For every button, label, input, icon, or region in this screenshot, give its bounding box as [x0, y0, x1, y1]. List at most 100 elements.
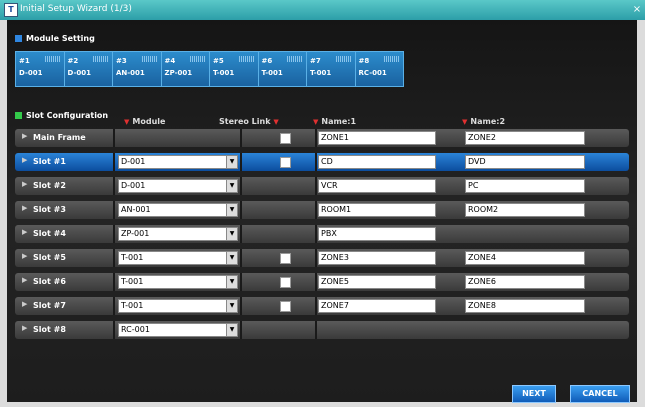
signal-bars-icon: [141, 56, 158, 62]
expand-arrow-icon[interactable]: ▶: [22, 204, 27, 212]
slot-label: Slot #5: [33, 253, 66, 262]
divider: [240, 273, 242, 291]
expand-arrow-icon[interactable]: ▶: [22, 252, 27, 260]
module-slot-7[interactable]: #7 T-001: [307, 52, 356, 86]
module-slot-4[interactable]: #4 ZP-001: [161, 52, 210, 86]
expand-arrow-icon[interactable]: ▶: [22, 276, 27, 284]
module-number: #1: [19, 57, 30, 65]
module-select[interactable]: T-001 ▼: [118, 251, 238, 265]
stereo-link-checkbox[interactable]: [280, 301, 291, 312]
chevron-down-icon[interactable]: ▼: [226, 156, 237, 168]
module-select[interactable]: RC-001 ▼: [118, 323, 238, 337]
module-name: D-001: [19, 69, 43, 77]
column-stereo-link[interactable]: Stereo Link ▼: [219, 117, 282, 126]
module-select[interactable]: T-001 ▼: [118, 299, 238, 313]
title-bar: T Initial Setup Wizard (1/3) ×: [0, 0, 645, 20]
window-title: Initial Setup Wizard (1/3): [20, 4, 132, 14]
module-select[interactable]: D-001 ▼: [118, 179, 238, 193]
slot-row-2[interactable]: ▶ Slot #2 D-001 ▼ VCR PC: [15, 177, 629, 195]
stereo-link-checkbox[interactable]: [280, 133, 291, 144]
divider: [315, 129, 317, 147]
name2-input[interactable]: ZONE8: [465, 299, 585, 313]
name1-input[interactable]: VCR: [318, 179, 436, 193]
slot-row-4[interactable]: ▶ Slot #4 ZP-001 ▼ PBX: [15, 225, 629, 243]
name1-input[interactable]: ZONE3: [318, 251, 436, 265]
name1-input[interactable]: ZONE1: [318, 131, 436, 145]
expand-arrow-icon[interactable]: ▶: [22, 324, 27, 332]
wizard-panel: Module Setting #1 D-001 #2 D-001 #3 AN-001 #4 Z…: [7, 20, 637, 403]
stereo-link-checkbox[interactable]: [280, 157, 291, 168]
divider: [113, 321, 115, 339]
divider: [315, 249, 317, 267]
slot-row-3[interactable]: ▶ Slot #3 AN-001 ▼ ROOM1 ROOM2: [15, 201, 629, 219]
module-slot-1[interactable]: #1 D-001: [16, 52, 65, 86]
name2-input[interactable]: ZONE2: [465, 131, 585, 145]
slot-label: Slot #6: [33, 277, 66, 286]
chevron-down-icon[interactable]: ▼: [226, 180, 237, 192]
module-slot-8[interactable]: #8 RC-001: [355, 52, 403, 86]
chevron-down-icon[interactable]: ▼: [226, 252, 237, 264]
signal-bars-icon: [335, 56, 352, 62]
sort-marker-icon: ▼: [462, 118, 468, 126]
column-name2[interactable]: ▼ Name:2: [462, 117, 505, 126]
module-select[interactable]: AN-001 ▼: [118, 203, 238, 217]
module-slot-5[interactable]: #5 T-001: [210, 52, 259, 86]
slot-label: Main Frame: [33, 133, 86, 142]
module-slot-2[interactable]: #2 D-001: [64, 52, 113, 86]
module-select[interactable]: T-001 ▼: [118, 275, 238, 289]
module-number: #6: [261, 57, 273, 65]
divider: [240, 321, 242, 339]
close-button[interactable]: ×: [632, 4, 642, 16]
divider: [315, 177, 317, 195]
module-select[interactable]: ZP-001 ▼: [118, 227, 238, 241]
slot-row-0[interactable]: ▶ Main Frame ZONE1 ZONE2: [15, 129, 629, 147]
module-select[interactable]: D-001 ▼: [118, 155, 238, 169]
name2-input[interactable]: PC: [465, 179, 585, 193]
name2-input[interactable]: ROOM2: [465, 203, 585, 217]
stereo-link-checkbox[interactable]: [280, 253, 291, 264]
module-name: T-001: [213, 69, 235, 77]
slot-config-title: Slot Configuration: [26, 111, 109, 120]
chevron-down-icon[interactable]: ▼: [226, 300, 237, 312]
name1-input[interactable]: ROOM1: [318, 203, 436, 217]
expand-arrow-icon[interactable]: ▶: [22, 180, 27, 188]
slot-row-1[interactable]: ▶ Slot #1 D-001 ▼ CD DVD: [15, 153, 629, 171]
module-slot-3[interactable]: #3 AN-001: [113, 52, 162, 86]
chevron-down-icon[interactable]: ▼: [226, 276, 237, 288]
name1-input[interactable]: ZONE5: [318, 275, 436, 289]
signal-bars-icon: [44, 56, 61, 62]
chevron-down-icon[interactable]: ▼: [226, 204, 237, 216]
slot-row-8[interactable]: ▶ Slot #8 RC-001 ▼: [15, 321, 629, 339]
slot-row-5[interactable]: ▶ Slot #5 T-001 ▼ ZONE3 ZONE4: [15, 249, 629, 267]
expand-arrow-icon[interactable]: ▶: [22, 300, 27, 308]
name1-input[interactable]: CD: [318, 155, 436, 169]
name2-input[interactable]: ZONE6: [465, 275, 585, 289]
slot-row-6[interactable]: ▶ Slot #6 T-001 ▼ ZONE5 ZONE6: [15, 273, 629, 291]
name2-input[interactable]: ZONE4: [465, 251, 585, 265]
signal-bars-icon: [238, 56, 255, 62]
divider: [113, 201, 115, 219]
column-module[interactable]: ▼ Module: [124, 117, 165, 126]
slot-row-7[interactable]: ▶ Slot #7 T-001 ▼ ZONE7 ZONE8: [15, 297, 629, 315]
expand-arrow-icon[interactable]: ▶: [22, 156, 27, 164]
cancel-button[interactable]: CANCEL: [570, 385, 630, 403]
signal-bars-icon: [93, 56, 109, 62]
stereo-link-checkbox[interactable]: [280, 277, 291, 288]
divider: [240, 177, 242, 195]
expand-arrow-icon[interactable]: ▶: [22, 228, 27, 236]
divider: [240, 225, 242, 243]
chevron-down-icon[interactable]: ▼: [226, 324, 237, 336]
module-name: AN-001: [116, 69, 145, 77]
name1-input[interactable]: ZONE7: [318, 299, 436, 313]
expand-arrow-icon[interactable]: ▶: [22, 132, 27, 140]
name2-input[interactable]: DVD: [465, 155, 585, 169]
chevron-down-icon[interactable]: ▼: [226, 228, 237, 240]
column-name1[interactable]: ▼ Name:1: [313, 117, 356, 126]
divider: [240, 249, 242, 267]
next-button[interactable]: NEXT: [512, 385, 556, 403]
name1-input[interactable]: PBX: [318, 227, 436, 241]
module-setting-heading: Module Setting: [15, 34, 95, 43]
module-slot-6[interactable]: #6 T-001: [258, 52, 307, 86]
sort-marker-icon: ▼: [313, 118, 319, 126]
divider: [315, 225, 317, 243]
